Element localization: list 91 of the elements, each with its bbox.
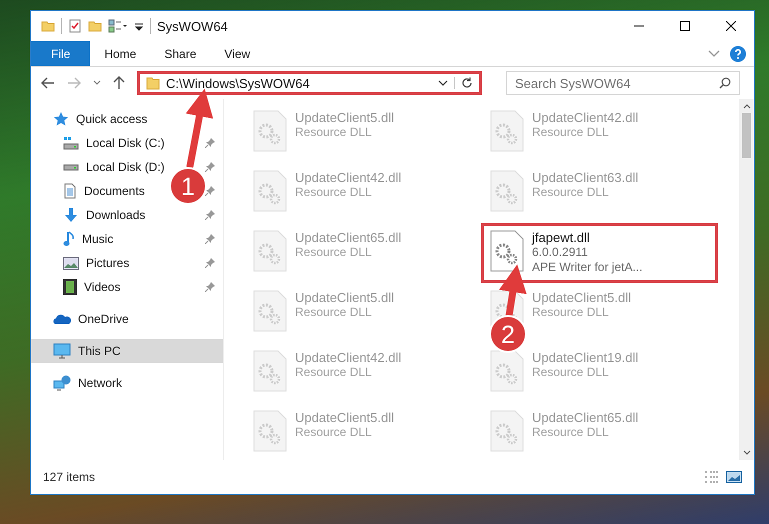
search-icon[interactable] [719,77,731,89]
file-detail: Resource DLL [532,365,610,380]
scroll-thumb[interactable] [742,113,751,158]
scrollbar[interactable] [739,99,754,460]
network-icon [53,375,71,391]
monitor-icon [53,343,71,359]
file-detail: Resource DLL [295,425,373,440]
gear-file-icon [253,170,287,212]
close-icon [726,21,736,31]
new-folder-icon[interactable] [88,19,102,33]
gear-file-icon [490,230,524,272]
sidebar-item[interactable]: Quick access [31,107,223,131]
sidebar-item[interactable]: This PC [31,339,223,363]
sidebar-item[interactable]: Pictures [86,256,130,270]
view-options-icon[interactable] [108,19,128,33]
maximize-icon [680,21,690,31]
gear-file-icon [490,350,524,392]
back-arrow-icon[interactable] [41,77,55,89]
file-detail: Resource DLL [532,425,610,440]
item-count: 127 items [43,470,96,484]
ribbon-tab[interactable]: View [210,41,264,66]
ribbon-tab[interactable]: Share [150,41,210,66]
document-icon [63,183,77,199]
gear-file-icon [253,290,287,332]
details-view-icon[interactable] [704,471,720,483]
file-detail: Resource DLL [295,125,373,140]
sidebar-item[interactable]: Videos [84,280,120,294]
film-strip-icon [63,279,77,295]
pin-icon[interactable] [205,258,215,268]
gear-file-icon [253,110,287,152]
gear-file-icon [253,230,287,272]
callout-badge: 1 [169,167,207,205]
gear-file-icon [490,170,524,212]
file-detail: Resource DLL [295,245,373,260]
address-bar[interactable]: C:\Windows\SysWOW64 [137,71,482,95]
file-detail: Resource DLL [295,305,373,320]
sidebar-label: This PC [78,344,121,358]
file-detail: Resource DLL [532,125,610,140]
scroll-up-icon[interactable] [742,104,750,109]
up-arrow-icon[interactable] [113,76,125,90]
pin-icon[interactable] [205,138,215,148]
file-detail: Resource DLL [532,305,610,320]
folder-icon[interactable] [41,19,55,33]
recent-locations-icon[interactable] [93,80,101,86]
sidebar-item[interactable]: Music [82,232,114,246]
drive-icon [63,164,79,170]
callout-badge: 2 [489,315,527,353]
sidebar-item[interactable]: Documents [84,184,145,198]
drive-icon [63,136,79,150]
gear-file-icon [253,350,287,392]
large-icons-view-icon[interactable] [726,471,742,483]
window-title: SysWOW64 [157,18,228,34]
file-detail: 6.0.0.2911 [532,245,589,260]
sidebar-item[interactable]: Local Disk (D:) [86,160,165,174]
minimize-icon [634,25,644,27]
sidebar-label: Quick access [76,112,148,126]
properties-icon[interactable] [68,19,82,33]
ribbon-tab[interactable]: Home [90,41,150,66]
sidebar-label: Network [78,376,122,390]
star-icon [53,111,69,127]
help-icon[interactable] [730,46,746,62]
pin-icon[interactable] [205,234,215,244]
file-name[interactable]: jfapewt.dll [532,230,642,245]
gear-file-icon [253,410,287,452]
cloud-icon [53,313,71,325]
sidebar-item[interactable]: Local Disk (C:) [86,136,165,150]
address-path: C:\Windows\SysWOW64 [166,76,311,90]
search-field[interactable]: Search SysWOW64 [506,71,740,95]
sidebar-item[interactable]: Network [31,371,223,395]
ribbon-tab[interactable]: File [31,41,90,66]
picture-icon [63,256,79,270]
sidebar-label: OneDrive [78,312,129,326]
download-arrow-icon [63,207,79,223]
file-detail: Resource DLL [295,185,373,200]
gear-file-icon [490,410,524,452]
file-detail: APE Writer for jetA... [532,260,642,275]
pin-icon[interactable] [205,162,215,172]
file-detail: Resource DLL [295,365,373,380]
pin-icon[interactable] [205,282,215,292]
refresh-icon[interactable] [454,77,473,89]
sidebar-item[interactable]: OneDrive [31,307,223,331]
folder-icon [146,76,160,90]
dropdown-caret-icon[interactable] [438,80,448,86]
pin-icon[interactable] [205,210,215,220]
file-detail: Resource DLL [532,185,610,200]
gear-file-icon [490,110,524,152]
expand-ribbon-icon[interactable] [708,50,720,58]
pin-icon[interactable] [205,186,215,196]
sidebar-item[interactable]: Downloads [86,208,146,222]
scroll-down-icon[interactable] [742,450,750,455]
music-note-icon [63,231,75,247]
